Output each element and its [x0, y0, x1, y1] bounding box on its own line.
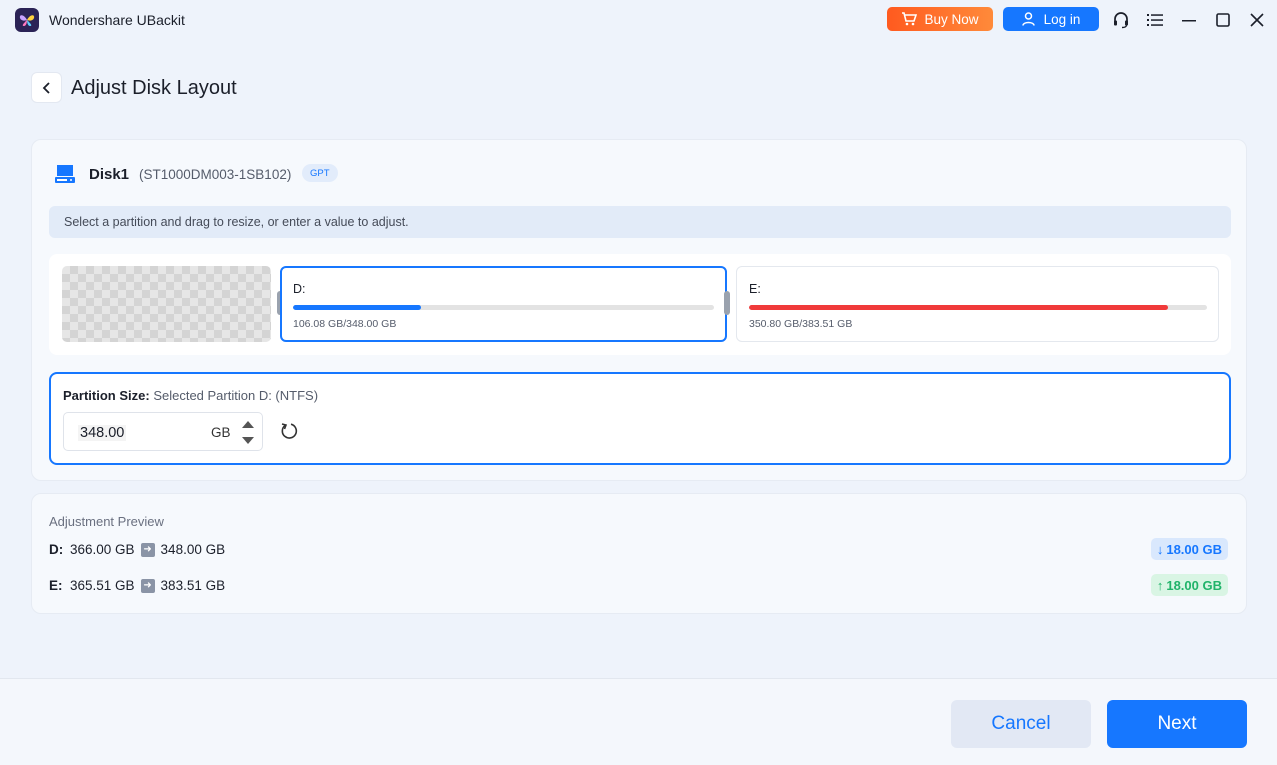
arrow-down-icon: ↓ — [1156, 541, 1164, 557]
preview-to-size: 348.00 GB — [160, 542, 226, 557]
change-amount: 18.00 GB — [1166, 541, 1222, 557]
partition-label: D: — [293, 282, 306, 296]
title-bar: Wondershare UBackit Buy Now Log in — [0, 0, 1277, 40]
change-badge-decrease: ↓ 18.00 GB — [1150, 538, 1228, 560]
preview-to-size: 383.51 GB — [160, 578, 226, 593]
next-button[interactable]: Next — [1107, 700, 1247, 748]
usage-bar-fill — [749, 305, 1169, 310]
change-badge-increase: ↑ 18.00 GB — [1150, 574, 1228, 596]
buy-now-button[interactable]: Buy Now — [887, 7, 993, 31]
partition-size-input[interactable]: 348.00 GB — [63, 412, 263, 451]
partition-size-value[interactable]: 348.00 — [78, 425, 127, 441]
preview-from-size: 366.00 GB — [70, 542, 135, 557]
arrow-up-icon: ↑ — [1156, 577, 1164, 593]
disk-card: Disk1 (ST1000DM003-1SB102) GPT Select a … — [31, 139, 1247, 481]
minimize-icon[interactable] — [1178, 9, 1200, 31]
page-title: Adjust Disk Layout — [71, 77, 237, 99]
headset-icon[interactable] — [1110, 9, 1132, 31]
partition-size-text: 350.80 GB/383.51 GB — [749, 318, 853, 330]
menu-icon[interactable] — [1144, 9, 1166, 31]
close-icon[interactable] — [1246, 9, 1268, 31]
partition-style-badge: GPT — [302, 164, 338, 182]
change-amount: 18.00 GB — [1166, 577, 1222, 593]
chevron-left-icon — [42, 81, 50, 94]
back-button[interactable] — [31, 72, 62, 103]
app-logo-icon — [15, 8, 39, 32]
disk-name: Disk1 — [89, 166, 130, 183]
decrement-icon[interactable] — [242, 437, 254, 444]
resize-hint: Select a partition and drag to resize, o… — [49, 206, 1231, 238]
usage-bar — [293, 305, 714, 310]
partition-label: E: — [749, 282, 761, 296]
preview-partition-label: E: — [49, 578, 63, 593]
preview-row-e: E: 365.51 GB ➜ 383.51 GB — [49, 578, 225, 593]
reset-icon[interactable] — [279, 421, 299, 441]
size-stepper[interactable] — [239, 416, 257, 449]
adjustment-preview-card: Adjustment Preview D: 366.00 GB ➜ 348.00… — [31, 493, 1247, 614]
login-label: Log in — [1043, 11, 1081, 27]
arrow-right-icon: ➜ — [140, 542, 155, 557]
hard-disk-icon — [53, 162, 77, 191]
unallocated-space[interactable] — [62, 266, 271, 342]
usage-bar — [749, 305, 1207, 310]
cancel-button[interactable]: Cancel — [951, 700, 1091, 748]
arrow-right-icon: ➜ — [140, 578, 155, 593]
partition-e[interactable]: E: 350.80 GB/383.51 GB — [736, 266, 1219, 342]
preview-title: Adjustment Preview — [49, 514, 164, 529]
preview-from-size: 365.51 GB — [70, 578, 135, 593]
cart-icon — [902, 12, 918, 26]
usage-bar-fill — [293, 305, 422, 310]
resize-handle-right[interactable] — [724, 291, 730, 315]
partition-d[interactable]: D: 106.08 GB/348.00 GB — [280, 266, 727, 342]
preview-partition-label: D: — [49, 542, 64, 557]
login-button[interactable]: Log in — [1003, 7, 1099, 31]
partition-map: D: 106.08 GB/348.00 GB E: 350.80 GB/383.… — [49, 254, 1231, 355]
partition-size-text: 106.08 GB/348.00 GB — [293, 318, 397, 330]
preview-row-d: D: 366.00 GB ➜ 348.00 GB — [49, 542, 225, 557]
selected-partition-text: Selected Partition D: (NTFS) — [153, 388, 319, 403]
partition-size-caption: Partition Size: — [63, 388, 150, 403]
user-icon — [1021, 12, 1035, 26]
partition-size-panel: Partition Size: Selected Partition D: (N… — [49, 372, 1231, 465]
buy-now-label: Buy Now — [924, 11, 979, 27]
disk-model: (ST1000DM003-1SB102) — [139, 167, 292, 182]
partition-size-label: Partition Size: Selected Partition D: (N… — [63, 388, 318, 403]
maximize-icon[interactable] — [1212, 9, 1234, 31]
increment-icon[interactable] — [242, 421, 254, 428]
partition-size-unit: GB — [211, 425, 231, 440]
app-title: Wondershare UBackit — [49, 12, 185, 28]
